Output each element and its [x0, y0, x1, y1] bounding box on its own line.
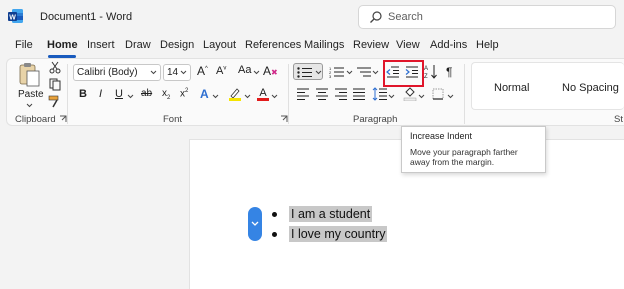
text-effects-icon[interactable]: A — [200, 87, 209, 101]
bullet-list-icon — [297, 67, 312, 78]
justify-icon[interactable] — [352, 88, 366, 100]
highlighter-icon[interactable] — [228, 87, 242, 101]
svg-text:A: A — [424, 66, 428, 72]
increase-indent-tooltip: Increase Indent Move your paragraph fart… — [401, 126, 546, 173]
paragraph-group-label: Paragraph — [353, 114, 398, 125]
chevron-down-icon — [180, 70, 187, 75]
font-name-combo[interactable]: Calibri (Body) — [73, 64, 161, 81]
strikethrough-icon[interactable]: ab — [141, 88, 152, 99]
clipboard-group-label: Clipboard — [15, 114, 56, 125]
menu-bar: File Home Insert Draw Design Layout Refe… — [0, 34, 624, 56]
sort-icon[interactable]: A Z — [424, 64, 439, 79]
svg-text:3: 3 — [329, 74, 332, 78]
chevron-down-icon — [372, 70, 379, 75]
underline-icon[interactable]: U — [115, 88, 123, 100]
search-placeholder: Search — [388, 11, 423, 23]
numbering-icon[interactable]: 1 2 3 — [329, 66, 345, 78]
chevron-down-icon — [388, 94, 395, 99]
chevron-down-icon — [447, 94, 454, 99]
cut-icon[interactable] — [49, 61, 61, 74]
ribbon: Paste Clipboard Calibri (Body) 14 A^ Av … — [0, 58, 624, 128]
group-separator — [288, 64, 289, 124]
font-name-value: Calibri (Body) — [77, 67, 138, 78]
bullet-icon — [272, 232, 277, 237]
style-no-spacing[interactable]: No Spacing — [562, 82, 619, 94]
italic-icon[interactable]: I — [99, 88, 102, 100]
show-formatting-marks-icon[interactable]: ¶ — [446, 65, 452, 79]
window-title: Document1 - Word — [40, 11, 133, 23]
group-separator — [67, 64, 68, 124]
paste-icon — [19, 63, 40, 87]
format-painter-icon[interactable] — [48, 95, 62, 108]
chevron-down-icon — [418, 94, 425, 99]
tab-view[interactable]: View — [396, 39, 420, 51]
tab-insert[interactable]: Insert — [87, 39, 115, 51]
indent-buttons-highlight — [383, 60, 424, 87]
shrink-font-icon[interactable]: Av — [216, 65, 226, 77]
chevron-down-icon — [315, 70, 322, 75]
bullets-button[interactable] — [293, 63, 323, 80]
borders-icon[interactable] — [432, 88, 444, 100]
search-icon — [370, 11, 382, 23]
copy-icon[interactable] — [49, 78, 61, 91]
word-logo-icon: W — [8, 9, 23, 23]
tab-layout[interactable]: Layout — [203, 39, 236, 51]
chevron-down-icon — [346, 70, 353, 75]
grow-font-icon[interactable]: A^ — [197, 64, 208, 78]
dialog-launcher-icon[interactable] — [59, 115, 67, 123]
styles-gallery: Normal No Spacing — [471, 62, 624, 110]
multilevel-list-icon[interactable] — [356, 66, 372, 78]
paste-label: Paste — [18, 89, 44, 100]
chevron-down-icon — [271, 94, 278, 99]
align-right-icon[interactable] — [334, 88, 348, 100]
chevron-down-icon — [150, 70, 157, 75]
tab-file[interactable]: File — [15, 39, 33, 51]
tab-references[interactable]: References — [245, 39, 301, 51]
selection-menu-handle[interactable] — [248, 207, 262, 241]
align-left-icon[interactable] — [296, 88, 310, 100]
align-center-icon[interactable] — [315, 88, 329, 100]
svg-text:W: W — [9, 15, 16, 22]
dialog-launcher-icon[interactable] — [280, 115, 288, 123]
list-item-text: I love my country — [289, 226, 388, 242]
font-size-combo[interactable]: 14 — [163, 64, 191, 81]
change-case-icon[interactable]: Aa — [238, 64, 251, 76]
tab-design[interactable]: Design — [160, 39, 194, 51]
chevron-down-icon — [253, 70, 260, 75]
superscript-icon[interactable]: x2 — [180, 88, 188, 99]
font-size-value: 14 — [167, 67, 179, 78]
svg-text:Z: Z — [424, 74, 428, 79]
font-group-label: Font — [163, 114, 183, 125]
tab-home[interactable]: Home — [47, 39, 78, 51]
chevron-down-icon — [127, 94, 134, 99]
list-item-text: I am a student — [289, 206, 373, 222]
line-spacing-icon[interactable] — [372, 87, 388, 101]
font-color-icon[interactable]: A — [257, 86, 269, 101]
style-normal[interactable]: Normal — [494, 82, 529, 94]
tab-help[interactable]: Help — [476, 39, 499, 51]
subscript-icon[interactable]: x2 — [162, 88, 170, 101]
svg-text:A: A — [259, 87, 267, 99]
tab-draw[interactable]: Draw — [125, 39, 151, 51]
shading-icon[interactable] — [403, 86, 417, 101]
tab-add-ins[interactable]: Add-ins — [430, 39, 467, 51]
chevron-down-icon — [244, 94, 251, 99]
tooltip-title: Increase Indent — [410, 131, 473, 141]
clear-formatting-icon[interactable]: A✖ — [263, 64, 278, 78]
chevron-down-icon — [26, 103, 33, 108]
bold-icon[interactable]: B — [79, 88, 87, 100]
bullet-icon — [272, 212, 277, 217]
styles-group-label: St — [614, 114, 623, 125]
search-input[interactable]: Search — [358, 5, 616, 29]
title-bar: W Document1 - Word Search — [0, 0, 624, 34]
chevron-down-icon — [251, 221, 259, 226]
tooltip-description: Move your paragraph farther away from th… — [410, 147, 518, 167]
group-separator — [464, 64, 465, 124]
paste-button[interactable]: Paste — [17, 62, 44, 108]
chevron-down-icon — [212, 94, 219, 99]
tab-mailings[interactable]: Mailings — [304, 39, 344, 51]
tab-review[interactable]: Review — [353, 39, 389, 51]
